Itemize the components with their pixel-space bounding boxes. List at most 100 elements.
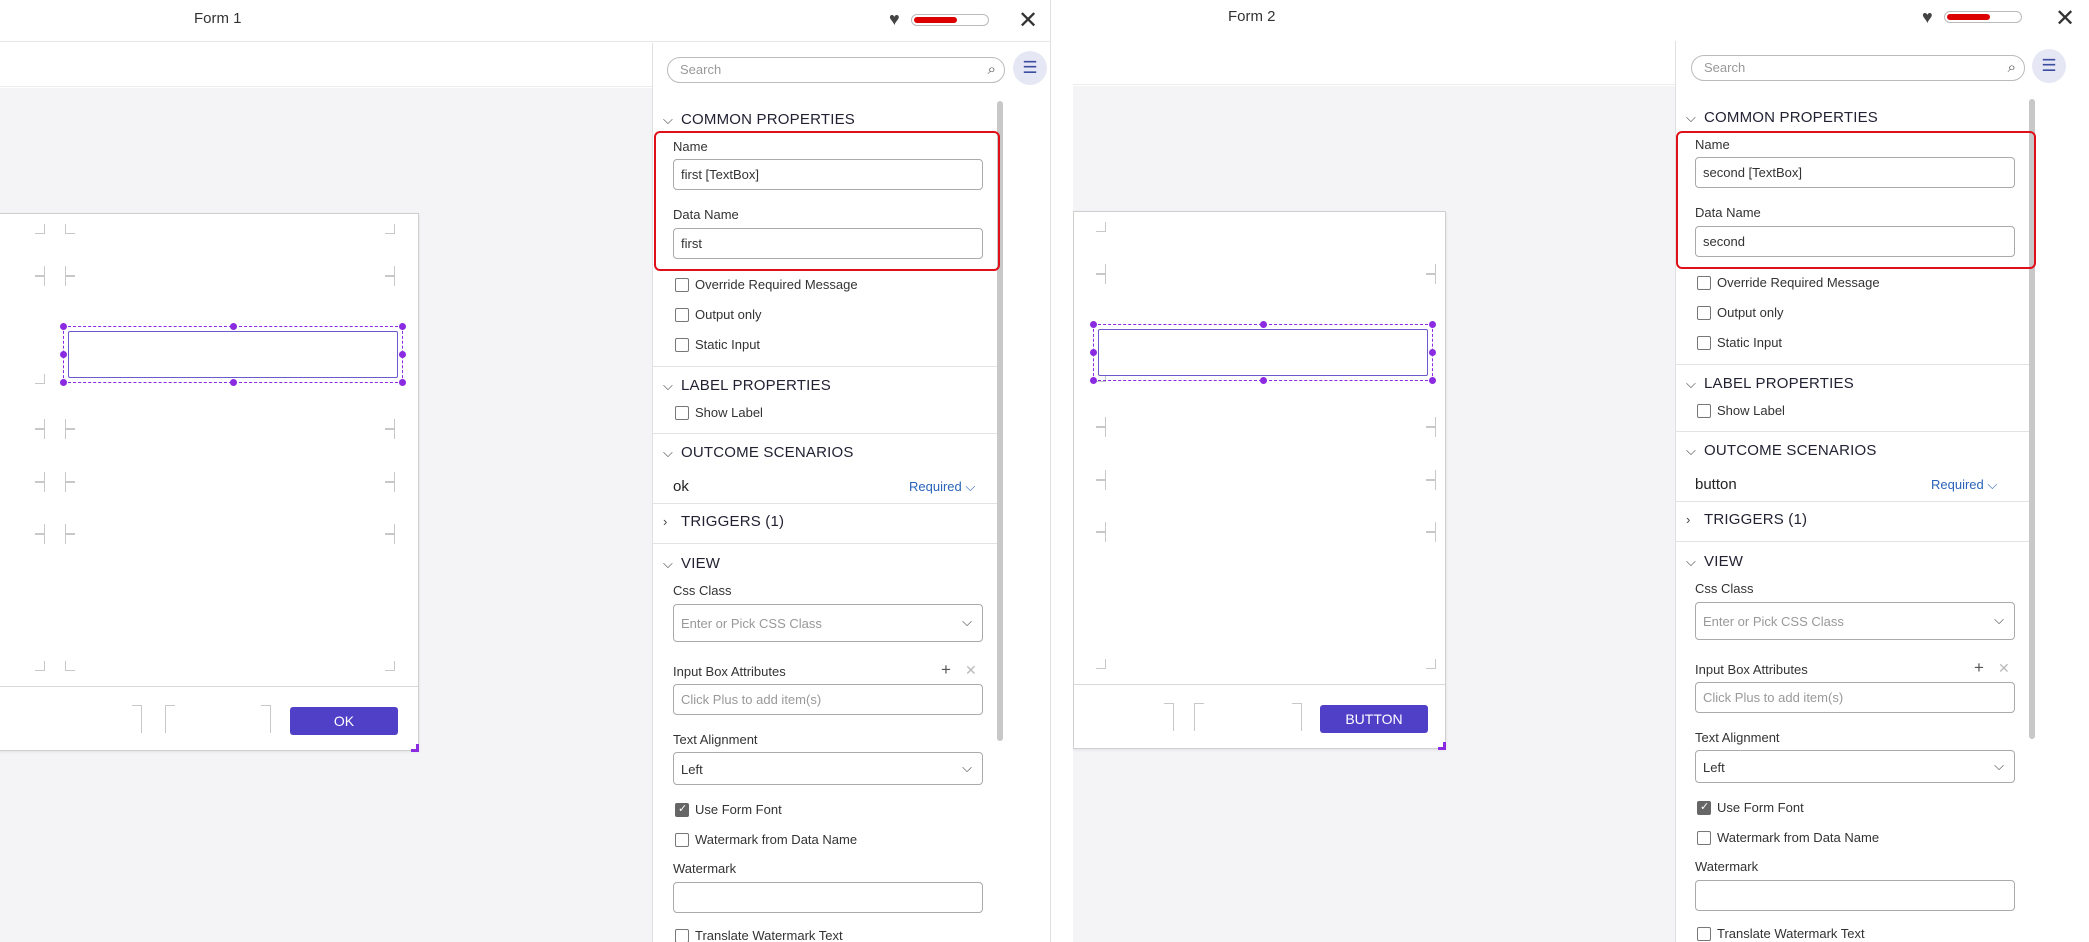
watermark-from-data-checkbox[interactable]: Watermark from Data Name <box>1697 830 1879 845</box>
checkbox[interactable] <box>1697 927 1711 941</box>
resize-handle[interactable] <box>60 351 67 358</box>
output-only-checkbox[interactable]: Output only <box>1697 305 1784 320</box>
resize-handle[interactable] <box>1260 377 1267 384</box>
resize-handle[interactable] <box>230 323 237 330</box>
section-outcome-scenarios[interactable]: ⌵ OUTCOME SCENARIOS <box>663 444 854 461</box>
checkbox[interactable] <box>1697 306 1711 320</box>
outcome-required-dropdown[interactable]: Required ⌵ <box>1931 477 1997 493</box>
checkbox[interactable] <box>675 929 689 942</box>
checkbox[interactable] <box>675 833 689 847</box>
static-input-checkbox[interactable]: Static Input <box>675 337 760 352</box>
resize-handle[interactable] <box>399 351 406 358</box>
section-title: VIEW <box>681 555 721 572</box>
checkbox[interactable] <box>675 308 689 322</box>
grid-marker <box>65 419 75 429</box>
remove-icon[interactable]: ✕ <box>1998 660 2010 677</box>
form2-search-box[interactable]: ⌕ <box>1691 55 2025 81</box>
translate-watermark-checkbox[interactable]: Translate Watermark Text <box>675 928 843 942</box>
checkbox[interactable] <box>675 338 689 352</box>
resize-handle[interactable] <box>399 323 406 330</box>
heart-icon[interactable]: ♥ <box>1922 7 1933 28</box>
close-icon[interactable]: ✕ <box>1018 6 1038 35</box>
heart-icon[interactable]: ♥ <box>889 9 900 30</box>
checkbox[interactable] <box>1697 404 1711 418</box>
resize-handle[interactable] <box>60 379 67 386</box>
grid-marker <box>65 472 75 482</box>
checkbox-label: Watermark from Data Name <box>1717 830 1880 845</box>
css-class-select[interactable]: Enter or Pick CSS Class ⌵ <box>1695 602 2015 640</box>
search-icon[interactable]: ⌕ <box>2008 59 2016 76</box>
static-input-checkbox[interactable]: Static Input <box>1697 335 1782 350</box>
resize-handle[interactable] <box>399 379 406 386</box>
form1-preview[interactable]: OK <box>0 213 419 751</box>
checkbox[interactable] <box>675 278 689 292</box>
form1-search-box[interactable]: ⌕ <box>667 57 1005 83</box>
resize-handle[interactable] <box>1090 321 1097 328</box>
resize-handle[interactable] <box>60 323 67 330</box>
form-resize-grip[interactable] <box>411 744 419 752</box>
sliders-icon[interactable]: ☰ <box>2032 49 2066 83</box>
input-attrs-field[interactable]: Click Plus to add item(s) <box>1695 682 2015 713</box>
section-triggers[interactable]: › TRIGGERS (1) <box>1686 511 1807 528</box>
plus-icon[interactable]: + <box>941 660 951 680</box>
search-icon[interactable]: ⌕ <box>988 61 996 78</box>
use-form-font-checkbox[interactable]: Use Form Font <box>1697 800 1804 815</box>
resize-handle[interactable] <box>1090 349 1097 356</box>
form-resize-grip[interactable] <box>1438 742 1446 750</box>
outcome-required-dropdown[interactable]: Required ⌵ <box>909 479 975 495</box>
textbox-field[interactable] <box>68 331 398 378</box>
section-label-properties[interactable]: ⌵ LABEL PROPERTIES <box>663 377 831 394</box>
section-outcome-scenarios[interactable]: ⌵ OUTCOME SCENARIOS <box>1686 442 1877 459</box>
resize-handle[interactable] <box>1429 321 1436 328</box>
plus-icon[interactable]: + <box>1974 658 1984 678</box>
section-label-properties[interactable]: ⌵ LABEL PROPERTIES <box>1686 375 1854 392</box>
textbox-field[interactable] <box>1098 329 1428 376</box>
watermark-from-data-checkbox[interactable]: Watermark from Data Name <box>675 832 857 847</box>
resize-handle[interactable] <box>1429 377 1436 384</box>
output-only-checkbox[interactable]: Output only <box>675 307 762 322</box>
remove-icon[interactable]: ✕ <box>965 662 977 679</box>
show-label-checkbox[interactable]: Show Label <box>1697 403 1785 418</box>
text-alignment-select[interactable]: Left ⌵ <box>673 752 983 785</box>
section-common-properties[interactable]: ⌵ COMMON PROPERTIES <box>663 111 855 128</box>
section-common-properties[interactable]: ⌵ COMMON PROPERTIES <box>1686 109 1878 126</box>
text-alignment-select[interactable]: Left ⌵ <box>1695 750 2015 783</box>
chevron-down-icon: ⌵ <box>1686 110 1697 125</box>
search-input[interactable] <box>1692 56 1975 79</box>
checkbox[interactable] <box>675 406 689 420</box>
ok-button[interactable]: OK <box>290 707 398 735</box>
close-icon[interactable]: ✕ <box>2055 4 2075 33</box>
grid-marker <box>65 524 75 534</box>
form1-selected-textbox[interactable] <box>60 323 406 386</box>
grid-marker <box>1096 470 1106 480</box>
button-button[interactable]: BUTTON <box>1320 705 1428 733</box>
resize-handle[interactable] <box>1260 321 1267 328</box>
override-required-checkbox[interactable]: Override Required Message <box>675 277 858 292</box>
watermark-field[interactable] <box>1695 880 2015 911</box>
input-attrs-field[interactable]: Click Plus to add item(s) <box>673 684 983 715</box>
checkbox[interactable] <box>675 802 689 817</box>
css-class-select[interactable]: Enter or Pick CSS Class ⌵ <box>673 604 983 642</box>
resize-handle[interactable] <box>1090 377 1097 384</box>
watermark-field[interactable] <box>673 882 983 913</box>
form2-progress-fill <box>1947 14 1990 20</box>
sliders-icon[interactable]: ☰ <box>1013 51 1047 85</box>
grid-marker <box>1426 659 1436 669</box>
form2-preview[interactable]: BUTTON <box>1073 211 1446 749</box>
resize-handle[interactable] <box>1429 349 1436 356</box>
section-triggers[interactable]: › TRIGGERS (1) <box>663 513 784 530</box>
required-label: Required <box>909 479 962 494</box>
checkbox[interactable] <box>1697 336 1711 350</box>
section-view[interactable]: ⌵ VIEW <box>663 555 720 572</box>
resize-handle[interactable] <box>230 379 237 386</box>
override-required-checkbox[interactable]: Override Required Message <box>1697 275 1880 290</box>
section-view[interactable]: ⌵ VIEW <box>1686 553 1743 570</box>
checkbox[interactable] <box>1697 800 1711 815</box>
form2-selected-textbox[interactable] <box>1090 321 1436 384</box>
show-label-checkbox[interactable]: Show Label <box>675 405 763 420</box>
search-input[interactable] <box>668 58 954 81</box>
translate-watermark-checkbox[interactable]: Translate Watermark Text <box>1697 926 1865 941</box>
checkbox[interactable] <box>1697 831 1711 845</box>
use-form-font-checkbox[interactable]: Use Form Font <box>675 802 782 817</box>
checkbox[interactable] <box>1697 276 1711 290</box>
